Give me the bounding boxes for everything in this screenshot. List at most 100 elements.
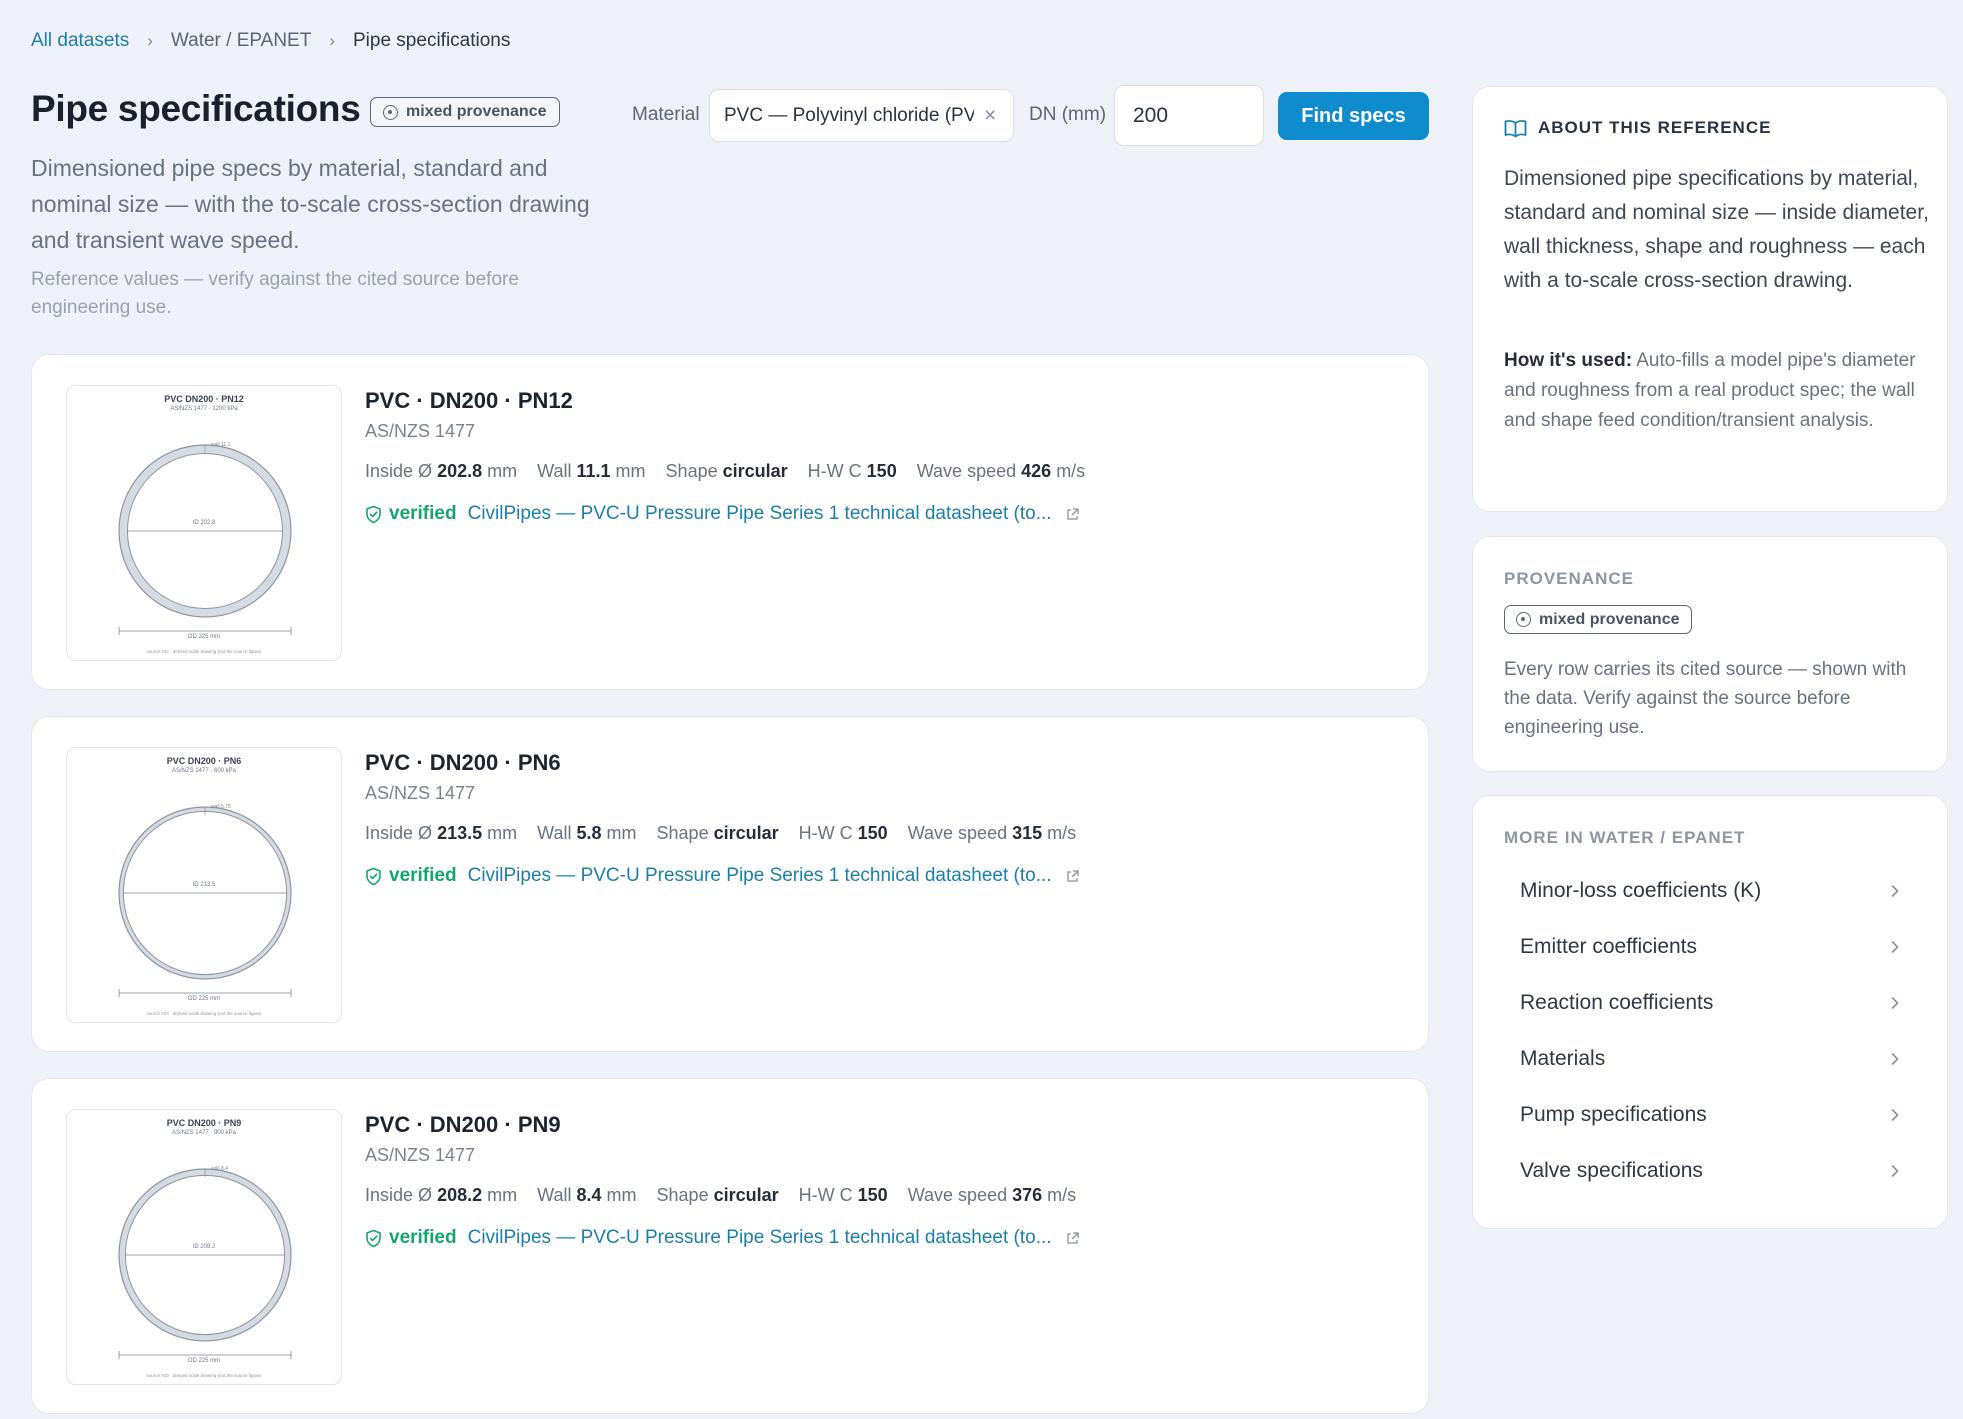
breadcrumb: All datasets › Water / EPANET › Pipe spe… xyxy=(31,30,510,52)
more-item-2[interactable]: Emitter coefficients xyxy=(1504,919,1916,975)
spec-source: verified CivilPipes — PVC-U Pressure Pip… xyxy=(365,1227,1080,1249)
chevron-right-icon xyxy=(1891,885,1899,897)
source-link[interactable]: CivilPipes — PVC-U Pressure Pipe Series … xyxy=(468,865,1052,887)
inside-diameter: Inside Ø 208.2 mm xyxy=(365,1185,518,1205)
wall-thickness: Wall 8.4 mm xyxy=(537,1185,637,1205)
book-open-icon xyxy=(1504,119,1527,137)
drawing-source-note: source #33 · derived scale drawing (not … xyxy=(146,1373,262,1378)
more-item-4[interactable]: Materials xyxy=(1504,1031,1916,1087)
inside-diameter: Inside Ø 202.8 mm xyxy=(365,461,518,481)
verified-label: verified xyxy=(389,1227,457,1248)
spec-standard: AS/NZS 1477 xyxy=(365,783,476,803)
pipe-shape: Shape circular xyxy=(665,461,788,481)
material-value: PVC — Polyvinyl chloride (PVC-U) xyxy=(724,104,974,126)
dn-input[interactable] xyxy=(1114,85,1264,146)
drawing-wall-label: wall 11.1 xyxy=(211,442,231,448)
hazen-williams-c: H-W C 150 xyxy=(807,461,897,481)
wall-thickness: Wall 5.8 mm xyxy=(537,823,637,843)
chevron-right-icon xyxy=(1891,1109,1899,1121)
wall-thickness: Wall 11.1 mm xyxy=(537,461,646,481)
drawing-id-label: ID 213.5 xyxy=(192,882,216,888)
hazen-williams-c: H-W C 150 xyxy=(798,823,888,843)
material-label: Material xyxy=(632,104,700,125)
more-item-label: Emitter coefficients xyxy=(1520,935,1698,958)
more-item-6[interactable]: Valve specifications xyxy=(1504,1143,1916,1199)
drawing-wall-label: wall 5.75 xyxy=(211,804,231,810)
verified-label: verified xyxy=(389,503,457,524)
provenance-heading: Provenance xyxy=(1504,569,1634,588)
spec-standard: AS/NZS 1477 xyxy=(365,421,476,441)
spec-card-2: PVC DN200 · PN6 AS/NZS 1477 · 600 kPa wa… xyxy=(31,716,1429,1052)
spec-title[interactable]: PVC · DN200 · PN9 xyxy=(365,1112,561,1138)
drawing-id-label: ID 202.8 xyxy=(192,520,216,526)
shield-check-icon xyxy=(366,1229,381,1247)
breadcrumb-current: Pipe specifications xyxy=(353,30,511,51)
info-circle-icon xyxy=(383,104,398,120)
shield-check-icon xyxy=(366,505,381,523)
more-item-label: Materials xyxy=(1520,1047,1606,1070)
more-item-label: Minor-loss coefficients (K) xyxy=(1520,879,1762,902)
about-text: Dimensioned pipe specifications by mater… xyxy=(1504,167,1929,292)
provenance-panel-badge: mixed provenance xyxy=(1504,605,1692,634)
chevron-right-icon: › xyxy=(147,31,153,50)
chevron-right-icon xyxy=(1891,1165,1899,1177)
wave-speed: Wave speed 315 m/s xyxy=(907,823,1077,843)
info-circle-icon xyxy=(1516,612,1531,627)
verified-label: verified xyxy=(389,865,457,886)
chevron-right-icon xyxy=(1891,997,1899,1009)
find-specs-button[interactable]: Find specs xyxy=(1278,92,1429,140)
drawing-title: PVC DN200 · PN9 xyxy=(166,1118,242,1128)
page-title: Pipe specifications xyxy=(31,88,361,129)
drawing-title: PVC DN200 · PN12 xyxy=(164,394,244,404)
spec-card-3: PVC DN200 · PN9 AS/NZS 1477 · 900 kPa wa… xyxy=(31,1078,1429,1414)
drawing-od-label: OD 225 mm xyxy=(187,996,221,1002)
spec-source: verified CivilPipes — PVC-U Pressure Pip… xyxy=(365,503,1080,525)
cross-section-drawing: PVC DN200 · PN6 AS/NZS 1477 · 600 kPa wa… xyxy=(66,747,342,1023)
drawing-wall-label: wall 8.4 xyxy=(211,1166,228,1172)
external-link-icon[interactable] xyxy=(1065,1231,1080,1246)
spec-title[interactable]: PVC · DN200 · PN12 xyxy=(365,388,573,414)
clear-icon[interactable]: × xyxy=(984,104,996,128)
spec-standard: AS/NZS 1477 xyxy=(365,1145,476,1165)
page-note: Reference values — verify against the ci… xyxy=(31,269,519,318)
dn-label: DN (mm) xyxy=(1029,104,1107,125)
drawing-source-note: source #33 · derived scale drawing (not … xyxy=(146,649,262,654)
provenance-badge: mixed provenance xyxy=(370,97,560,127)
drawing-subtitle: AS/NZS 1477 · 1200 kPa xyxy=(170,406,238,412)
how-used-label: How it's used: xyxy=(1504,350,1633,371)
more-item-3[interactable]: Reaction coefficients xyxy=(1504,975,1916,1031)
chevron-right-icon: › xyxy=(329,31,335,50)
drawing-title: PVC DN200 · PN6 xyxy=(166,756,242,766)
material-select[interactable]: PVC — Polyvinyl chloride (PVC-U) × xyxy=(709,89,1014,142)
page-description: Dimensioned pipe specs by material, stan… xyxy=(31,155,590,253)
more-item-1[interactable]: Minor-loss coefficients (K) xyxy=(1504,863,1916,919)
provenance-panel-badge-label: mixed provenance xyxy=(1539,610,1680,628)
spec-title[interactable]: PVC · DN200 · PN6 xyxy=(365,750,561,776)
breadcrumb-water-epanet[interactable]: Water / EPANET xyxy=(171,30,311,52)
wave-speed: Wave speed 426 m/s xyxy=(916,461,1086,481)
cross-section-drawing: PVC DN200 · PN12 AS/NZS 1477 · 1200 kPa … xyxy=(66,385,342,661)
drawing-subtitle: AS/NZS 1477 · 600 kPa xyxy=(171,768,237,774)
spec-values: Inside Ø 213.5 mm Wall 5.8 mm Shape circ… xyxy=(365,823,1076,844)
more-heading: More in Water / EPANET xyxy=(1504,828,1746,847)
source-link[interactable]: CivilPipes — PVC-U Pressure Pipe Series … xyxy=(468,503,1052,525)
drawing-source-note: source #33 · derived scale drawing (not … xyxy=(146,1011,262,1016)
about-panel xyxy=(1472,86,1948,512)
external-link-icon[interactable] xyxy=(1065,869,1080,884)
pipe-shape: Shape circular xyxy=(656,1185,779,1205)
spec-values: Inside Ø 208.2 mm Wall 8.4 mm Shape circ… xyxy=(365,1185,1076,1206)
about-heading: About this reference xyxy=(1504,118,1771,138)
pipe-shape: Shape circular xyxy=(656,823,779,843)
drawing-od-label: OD 225 mm xyxy=(187,634,221,640)
more-item-5[interactable]: Pump specifications xyxy=(1504,1087,1916,1143)
cross-section-drawing: PVC DN200 · PN9 AS/NZS 1477 · 900 kPa wa… xyxy=(66,1109,342,1385)
more-item-label: Reaction coefficients xyxy=(1520,991,1714,1014)
about-heading-label: About this reference xyxy=(1538,118,1772,137)
breadcrumb-all-datasets[interactable]: All datasets xyxy=(31,30,129,52)
external-link-icon[interactable] xyxy=(1065,507,1080,522)
provenance-badge-label: mixed provenance xyxy=(406,103,547,120)
drawing-subtitle: AS/NZS 1477 · 900 kPa xyxy=(171,1130,237,1136)
drawing-id-label: ID 208.2 xyxy=(192,1244,216,1250)
source-link[interactable]: CivilPipes — PVC-U Pressure Pipe Series … xyxy=(468,1227,1052,1249)
shield-check-icon xyxy=(366,867,381,885)
